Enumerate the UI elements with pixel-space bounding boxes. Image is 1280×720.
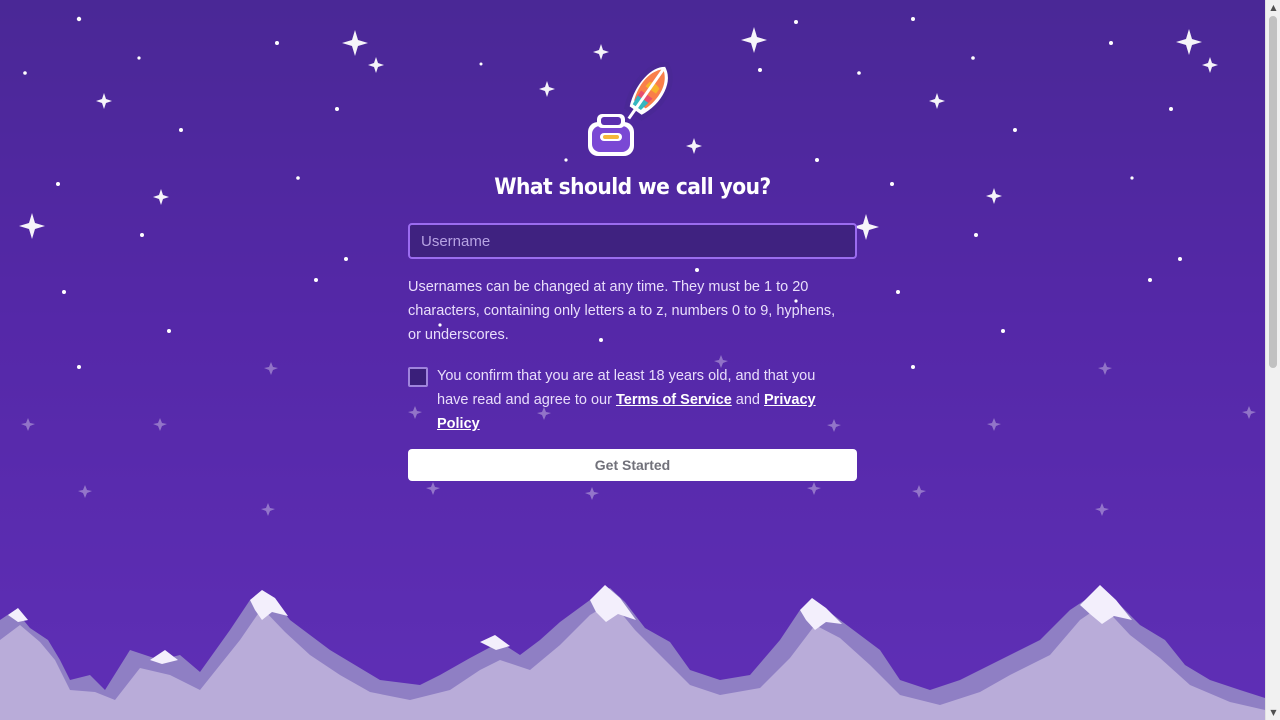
chevron-down-icon[interactable]: ▼ [1266, 705, 1280, 720]
scrollbar-thumb[interactable] [1269, 16, 1277, 368]
username-input[interactable] [408, 223, 857, 259]
checkbox-unchecked-icon[interactable] [408, 367, 428, 387]
age-terms-consent: You confirm that you are at least 18 yea… [408, 364, 857, 436]
page-title: What should we call you? [494, 175, 771, 200]
page-scrollbar[interactable]: ▲ ▼ [1265, 0, 1280, 720]
quill-inkwell-logo [588, 62, 673, 156]
pixel-mountains-illustration [0, 585, 1265, 720]
consent-text: You confirm that you are at least 18 yea… [437, 364, 847, 436]
signup-form: What should we call you? Usernames can b… [408, 54, 857, 481]
consent-and: and [731, 392, 765, 408]
terms-of-service-link[interactable]: Terms of Service [616, 392, 732, 408]
username-hint: Usernames can be changed at any time. Th… [408, 279, 836, 343]
get-started-button[interactable]: Get Started [408, 449, 857, 481]
chevron-up-icon[interactable]: ▲ [1266, 0, 1280, 15]
